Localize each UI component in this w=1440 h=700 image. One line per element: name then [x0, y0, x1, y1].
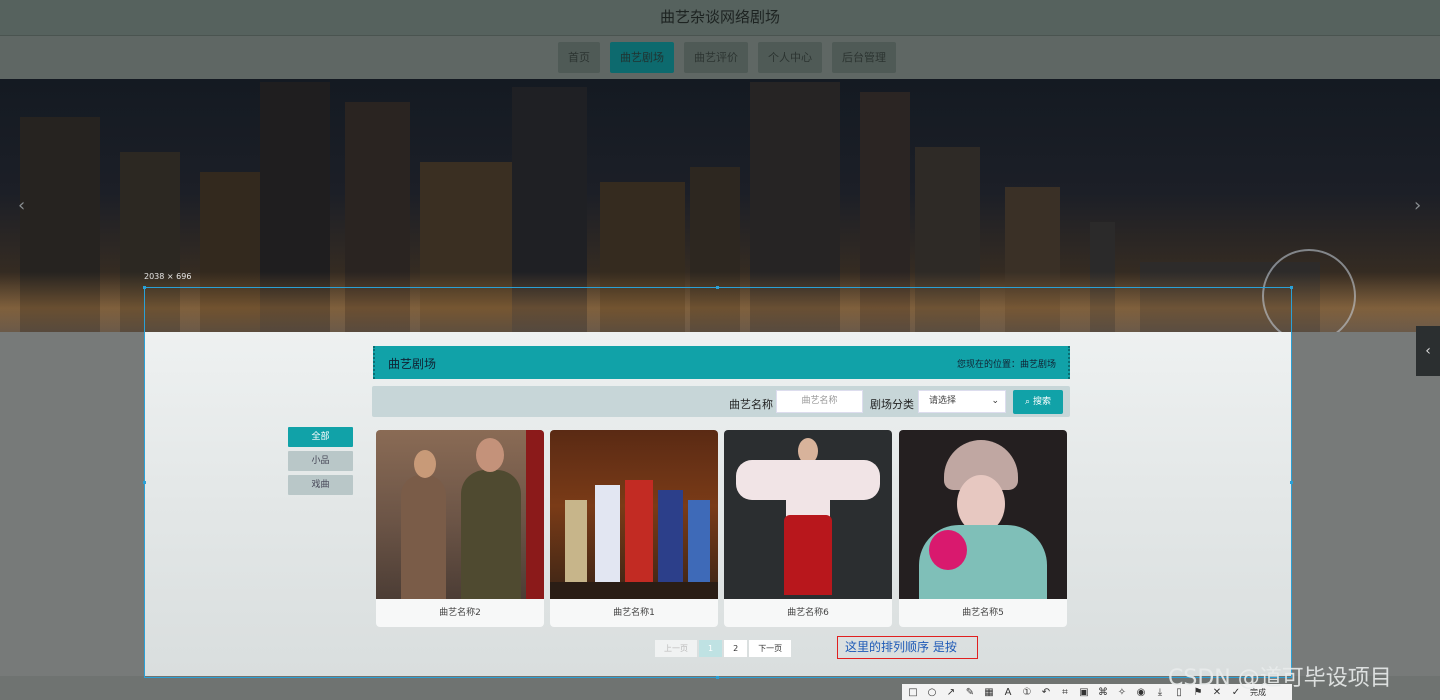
pagination: 上一页 1 2 下一页: [655, 640, 792, 657]
category-all[interactable]: 全部: [288, 427, 353, 447]
show-name: 曲艺名称1: [613, 608, 655, 618]
selection-handle[interactable]: [716, 286, 719, 289]
content-area: [145, 332, 1291, 676]
nav-profile[interactable]: 个人中心: [758, 42, 822, 73]
ocr-icon[interactable]: ▣: [1077, 687, 1091, 698]
selection-size: 2038 × 696: [144, 272, 192, 281]
circle-icon[interactable]: ○: [925, 687, 939, 698]
next-page-button[interactable]: 下一页: [749, 640, 792, 657]
nav-theater[interactable]: 曲艺剧场: [610, 42, 674, 73]
show-card[interactable]: 曲艺名称2: [376, 430, 544, 627]
show-card[interactable]: 曲艺名称5: [899, 430, 1067, 627]
section-title: 曲艺剧场: [388, 357, 437, 371]
number-icon[interactable]: ①: [1020, 687, 1034, 698]
pin-icon[interactable]: ✧: [1115, 687, 1129, 698]
name-search-input[interactable]: 曲艺名称: [776, 390, 863, 413]
show-name: 曲艺名称2: [439, 608, 481, 618]
main-nav: 首页 曲艺剧场 曲艺评价 个人中心 后台管理: [0, 36, 1440, 79]
show-image: [376, 430, 544, 599]
show-card[interactable]: 曲艺名称1: [550, 430, 718, 627]
banner-carousel: [0, 79, 1440, 332]
nav-admin[interactable]: 后台管理: [832, 42, 896, 73]
nav-reviews[interactable]: 曲艺评价: [684, 42, 748, 73]
download-icon[interactable]: ⤓: [1153, 687, 1167, 698]
search-button[interactable]: ⌕ 搜索: [1013, 390, 1063, 414]
selection-handle[interactable]: [143, 286, 146, 289]
nav-home[interactable]: 首页: [558, 42, 600, 73]
crop-icon[interactable]: ⌗: [1058, 687, 1072, 698]
category-label: 剧场分类: [870, 398, 914, 411]
rectangle-icon[interactable]: □: [906, 687, 920, 698]
show-image: [899, 430, 1067, 599]
selection-handle[interactable]: [143, 481, 146, 484]
site-title: 曲艺杂谈网络剧场: [659, 8, 780, 26]
section-title-bar: 曲艺剧场 您现在的位置：曲艺剧场: [373, 346, 1070, 379]
scan-icon[interactable]: ⌘: [1096, 687, 1110, 698]
category-select-value: 请选择: [929, 396, 957, 406]
pen-icon[interactable]: ✎: [963, 687, 977, 698]
prev-page-button[interactable]: 上一页: [655, 640, 697, 657]
name-label: 曲艺名称: [729, 398, 773, 411]
search-icon: ⌕: [1025, 397, 1031, 407]
show-image: [724, 430, 892, 599]
watermark: CSDN @道可毕设项目: [1168, 666, 1392, 691]
carousel-prev-icon[interactable]: ‹: [18, 195, 25, 216]
category-sketch[interactable]: 小品: [288, 451, 353, 471]
mosaic-icon[interactable]: ▦: [982, 687, 996, 698]
page-2-button[interactable]: 2: [724, 640, 748, 657]
category-opera[interactable]: 戏曲: [288, 475, 353, 495]
search-button-label: 搜索: [1032, 397, 1051, 407]
record-icon[interactable]: ◉: [1134, 687, 1148, 698]
site-header: 曲艺杂谈网络剧场: [0, 0, 1440, 36]
show-image: [550, 430, 718, 599]
text-icon[interactable]: A: [1001, 687, 1015, 698]
show-name: 曲艺名称5: [962, 608, 1004, 618]
ferris-wheel-shape: [1262, 249, 1356, 332]
page-1-button[interactable]: 1: [699, 640, 723, 657]
chevron-down-icon: ⌄: [991, 396, 999, 406]
selection-handle[interactable]: [1290, 481, 1293, 484]
show-card[interactable]: 曲艺名称6: [724, 430, 892, 627]
breadcrumb: 您现在的位置：曲艺剧场: [956, 360, 1056, 370]
selection-handle[interactable]: [1290, 286, 1293, 289]
sidebar-toggle-icon[interactable]: ‹: [1416, 326, 1440, 376]
annotation-text: 这里的排列顺序 是按: [837, 636, 978, 659]
category-select[interactable]: 请选择 ⌄: [918, 390, 1006, 413]
show-name: 曲艺名称6: [787, 608, 829, 618]
carousel-next-icon[interactable]: ›: [1414, 195, 1421, 216]
selection-handle[interactable]: [716, 676, 719, 679]
undo-icon[interactable]: ↶: [1039, 687, 1053, 698]
category-list: 全部 小品 戏曲: [288, 427, 353, 499]
arrow-icon[interactable]: ↗: [944, 687, 958, 698]
search-bar: 曲艺名称 曲艺名称 剧场分类 请选择 ⌄: [372, 386, 1070, 417]
